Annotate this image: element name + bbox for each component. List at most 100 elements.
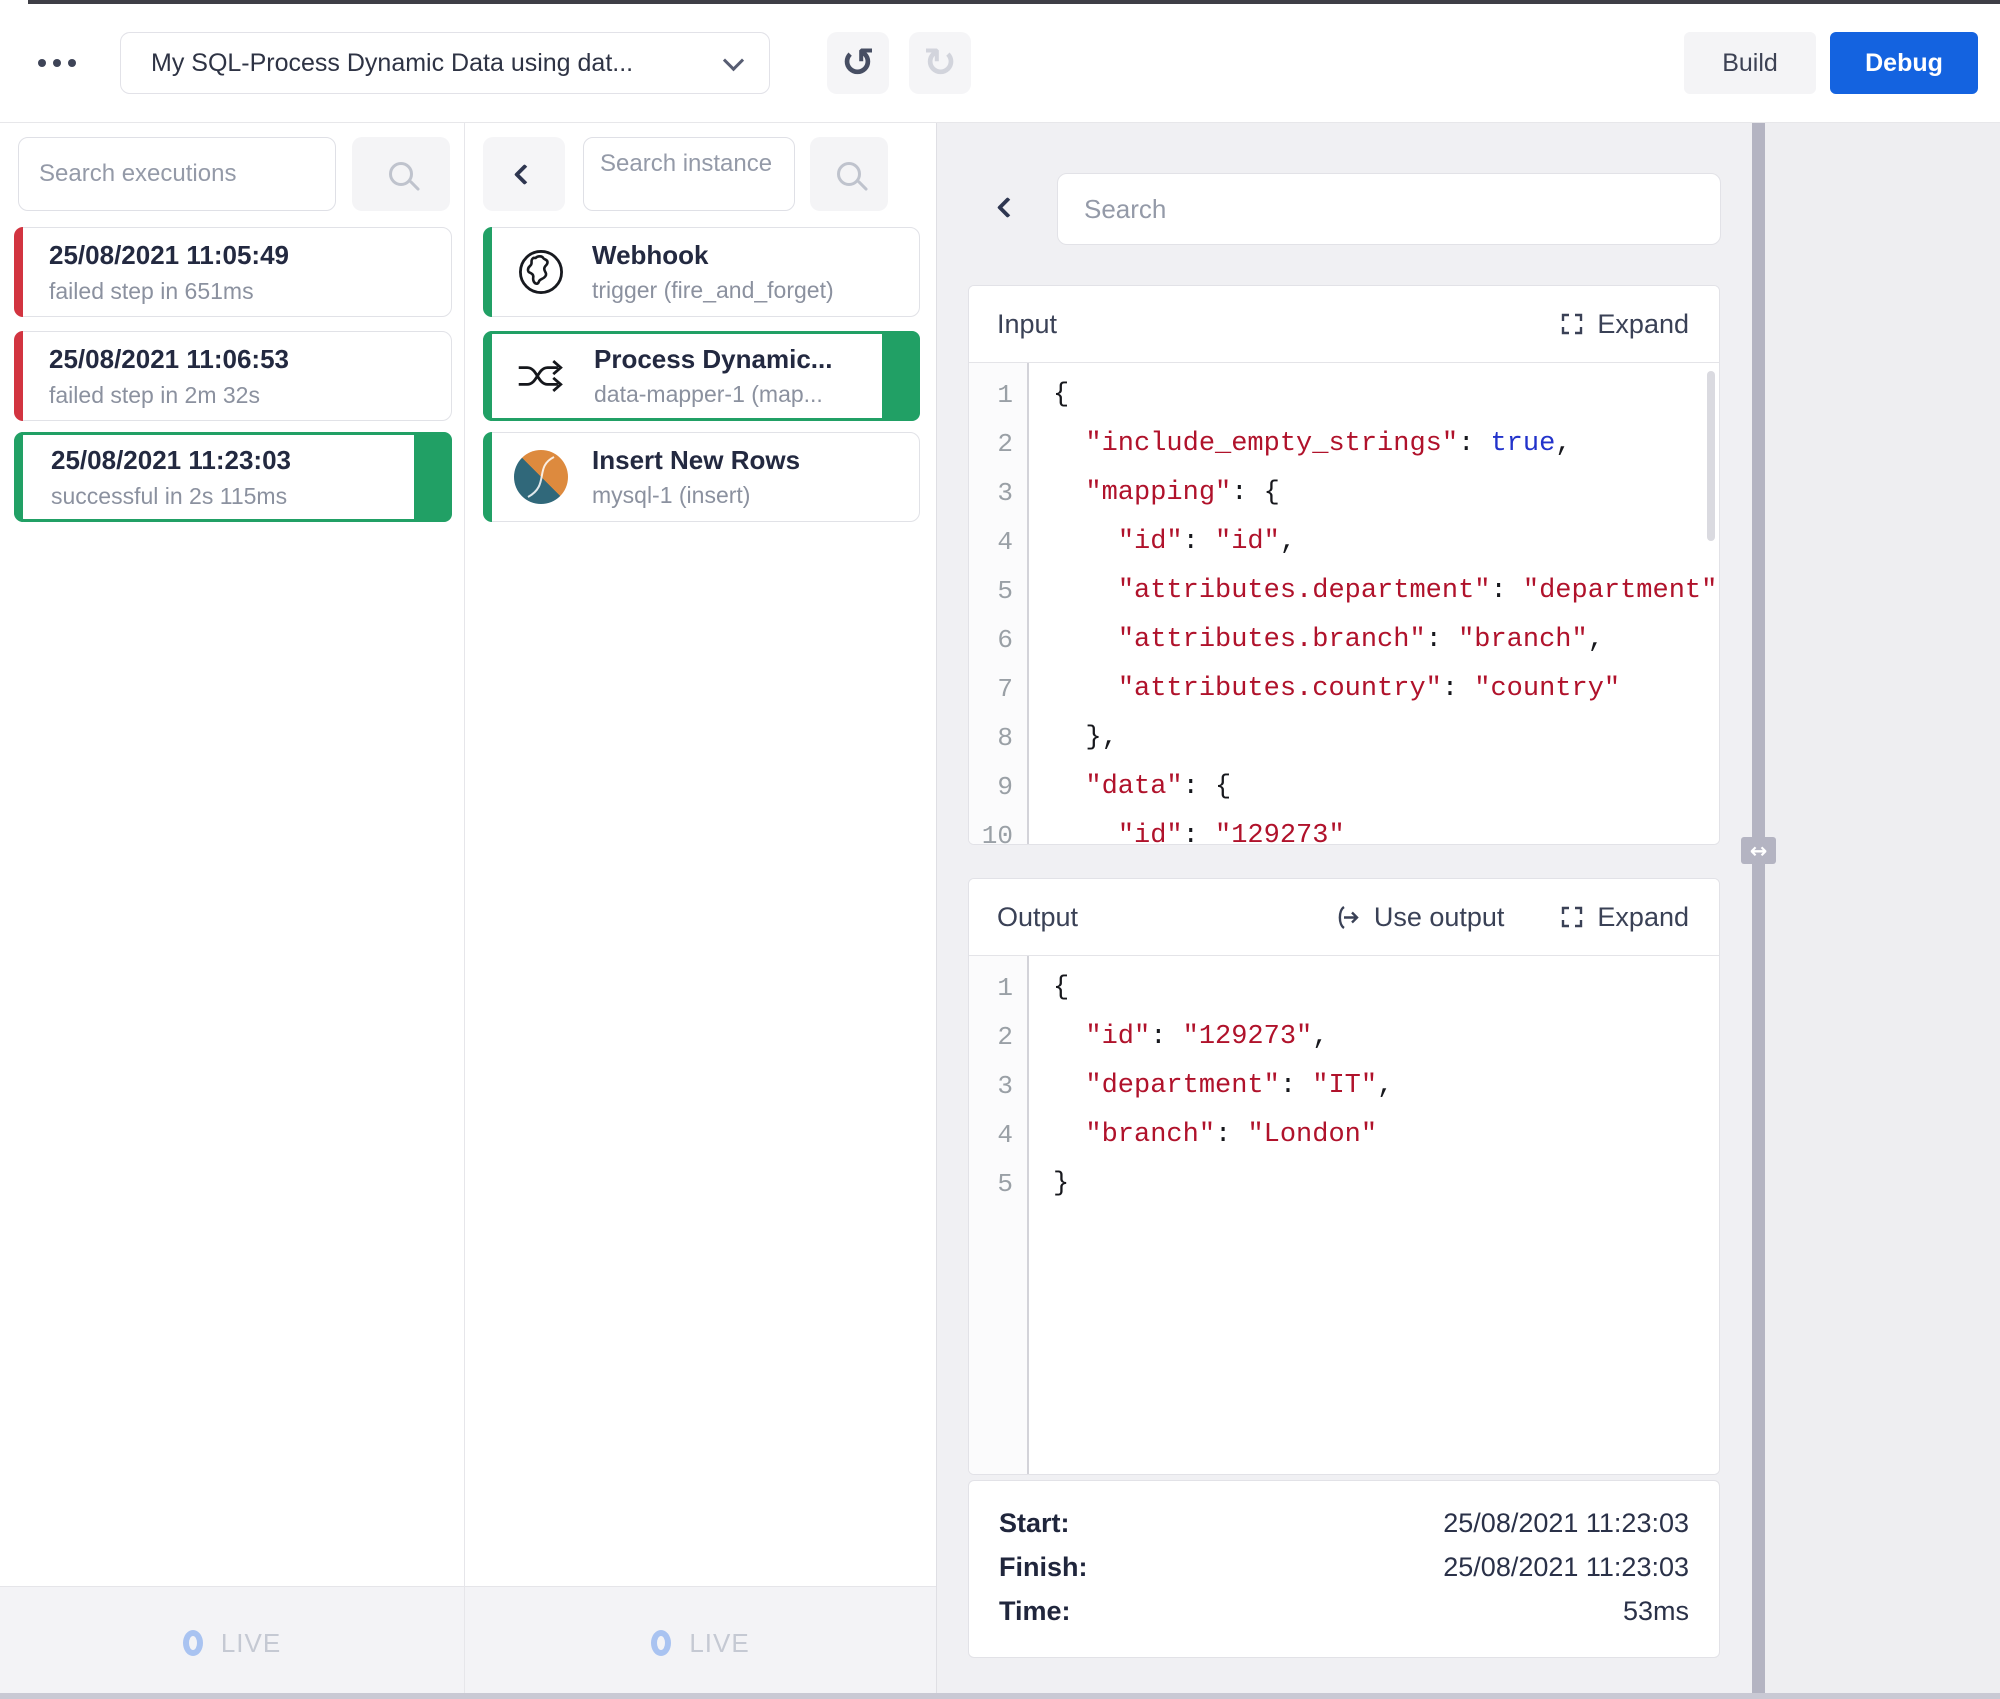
app-root: My SQL-Process Dynamic Data using dat...… xyxy=(0,0,2000,1699)
start-value: 25/08/2021 11:23:03 xyxy=(1443,1508,1689,1539)
live-ring-icon xyxy=(651,1630,671,1656)
live-label: LIVE xyxy=(689,1628,749,1659)
finish-value: 25/08/2021 11:23:03 xyxy=(1443,1552,1689,1583)
output-expand-button[interactable]: Expand xyxy=(1560,902,1689,933)
instance-search-input[interactable] xyxy=(583,137,795,211)
input-scrollbar[interactable] xyxy=(1707,371,1715,541)
step-item[interactable]: Process Dynamic... data-mapper-1 (map... xyxy=(483,331,920,421)
instance-search-button[interactable] xyxy=(810,137,888,211)
input-code-lines: { "include_empty_strings": true, "mappin… xyxy=(1029,363,1719,844)
output-expand-label: Expand xyxy=(1597,902,1689,933)
build-button[interactable]: Build xyxy=(1684,32,1816,94)
steps-back-button[interactable] xyxy=(483,137,565,211)
globe-icon xyxy=(512,246,570,298)
workflow-selector-label: My SQL-Process Dynamic Data using dat... xyxy=(151,49,633,78)
output-panel: Output Use output Expand 1 2 3 xyxy=(968,878,1720,1475)
step-status-bar xyxy=(483,227,492,317)
code-line: "id": "129273", xyxy=(1053,1013,1719,1062)
executions-search-button[interactable] xyxy=(352,137,450,211)
input-line-numbers: 1 2 3 4 5 6 7 8 9 10 xyxy=(969,363,1029,844)
search-icon xyxy=(837,162,861,186)
search-icon xyxy=(389,162,413,186)
chevron-left-icon xyxy=(513,163,534,184)
finish-row: Finish: 25/08/2021 11:23:03 xyxy=(999,1552,1689,1583)
execution-item[interactable]: 25/08/2021 11:06:53 failed step in 2m 32… xyxy=(14,331,452,421)
execution-timestamp: 25/08/2021 11:05:49 xyxy=(49,240,451,271)
step-title: Insert New Rows xyxy=(592,445,800,476)
code-line: "id": "id", xyxy=(1053,518,1719,567)
execution-status-bar xyxy=(14,331,23,421)
debug-output-panel: Input Expand 1 2 3 4 5 6 7 8 9 10 xyxy=(937,123,1752,1699)
executions-panel: 25/08/2021 11:05:49 failed step in 651ms… xyxy=(0,123,465,1699)
live-toggle[interactable]: LIVE xyxy=(465,1586,936,1699)
input-panel-title: Input xyxy=(997,309,1057,340)
input-panel: Input Expand 1 2 3 4 5 6 7 8 9 10 xyxy=(968,285,1720,845)
step-subtitle: mysql-1 (insert) xyxy=(592,482,800,509)
undo-icon: ↺ xyxy=(841,43,875,83)
time-value: 53ms xyxy=(1623,1596,1689,1627)
kebab-menu-button[interactable] xyxy=(38,41,90,85)
code-line: "attributes.country": "country" xyxy=(1053,665,1719,714)
input-expand-button[interactable]: Expand xyxy=(1560,309,1689,340)
output-panel-header: Output Use output Expand xyxy=(969,879,1719,956)
step-item[interactable]: Insert New Rows mysql-1 (insert) xyxy=(483,432,920,522)
debug-search-input[interactable] xyxy=(1057,173,1721,245)
execution-status-bar xyxy=(14,227,23,317)
step-subtitle: data-mapper-1 (map... xyxy=(594,381,832,408)
execution-item[interactable]: 25/08/2021 11:23:03 successful in 2s 115… xyxy=(14,432,452,522)
debug-button[interactable]: Debug xyxy=(1830,32,1978,94)
code-line: "include_empty_strings": true, xyxy=(1053,420,1719,469)
redo-button[interactable]: ↻ xyxy=(909,32,971,94)
use-output-button[interactable]: Use output xyxy=(1334,902,1505,933)
output-panel-title: Output xyxy=(997,902,1078,933)
executions-search-input[interactable] xyxy=(18,137,336,211)
right-gutter-area xyxy=(1765,123,2000,1699)
execution-timestamp: 25/08/2021 11:23:03 xyxy=(51,445,449,476)
resize-handle-icon[interactable]: ↔ xyxy=(1741,837,1776,864)
expand-icon xyxy=(1560,905,1584,929)
execution-item[interactable]: 25/08/2021 11:05:49 failed step in 651ms xyxy=(14,227,452,317)
kebab-dot-icon xyxy=(53,59,61,67)
execution-details-panel: Start: 25/08/2021 11:23:03 Finish: 25/08… xyxy=(968,1480,1720,1658)
step-subtitle: trigger (fire_and_forget) xyxy=(592,277,834,304)
time-label: Time: xyxy=(999,1596,1071,1627)
live-toggle[interactable]: LIVE xyxy=(0,1586,464,1699)
start-row: Start: 25/08/2021 11:23:03 xyxy=(999,1508,1689,1539)
input-expand-label: Expand xyxy=(1597,309,1689,340)
step-title: Webhook xyxy=(592,240,834,271)
code-line: "department": "IT", xyxy=(1053,1062,1719,1111)
input-panel-header: Input Expand xyxy=(969,286,1719,363)
undo-button[interactable]: ↺ xyxy=(827,32,889,94)
execution-status-bar xyxy=(14,432,23,522)
workflow-selector[interactable]: My SQL-Process Dynamic Data using dat... xyxy=(120,32,770,94)
step-text: Process Dynamic... data-mapper-1 (map... xyxy=(594,344,832,408)
code-line: } xyxy=(1053,1160,1719,1209)
step-text: Webhook trigger (fire_and_forget) xyxy=(592,240,834,304)
code-line: "attributes.department": "department", xyxy=(1053,567,1719,616)
expand-icon xyxy=(1560,312,1584,336)
input-code-area[interactable]: 1 2 3 4 5 6 7 8 9 10 { "include_empty_st… xyxy=(969,363,1719,844)
code-line: { xyxy=(1053,371,1719,420)
step-status-bar xyxy=(483,432,492,522)
output-code-area[interactable]: 1 2 3 4 5 { "id": "129273", "department"… xyxy=(969,956,1719,1474)
selected-indicator xyxy=(882,331,920,421)
steps-panel: Webhook trigger (fire_and_forget) Proces… xyxy=(465,123,937,1699)
code-line: "data": { xyxy=(1053,763,1719,812)
code-line: "id": "129273" xyxy=(1053,812,1719,844)
step-status-bar xyxy=(483,331,492,421)
toolbar: My SQL-Process Dynamic Data using dat...… xyxy=(0,4,2000,123)
time-row: Time: 53ms xyxy=(999,1596,1689,1627)
step-text: Insert New Rows mysql-1 (insert) xyxy=(592,445,800,509)
code-line: "branch": "London" xyxy=(1053,1111,1719,1160)
mysql-icon xyxy=(512,450,570,504)
code-line: }, xyxy=(1053,714,1719,763)
use-output-icon xyxy=(1334,904,1361,931)
code-line: { xyxy=(1053,964,1719,1013)
execution-timestamp: 25/08/2021 11:06:53 xyxy=(49,344,451,375)
live-label: LIVE xyxy=(221,1628,281,1659)
kebab-dot-icon xyxy=(38,59,46,67)
debug-back-button[interactable] xyxy=(985,185,1029,229)
panel-resizer[interactable]: ↔ xyxy=(1752,123,1765,1699)
step-item[interactable]: Webhook trigger (fire_and_forget) xyxy=(483,227,920,317)
window-top-edge xyxy=(28,0,2000,4)
